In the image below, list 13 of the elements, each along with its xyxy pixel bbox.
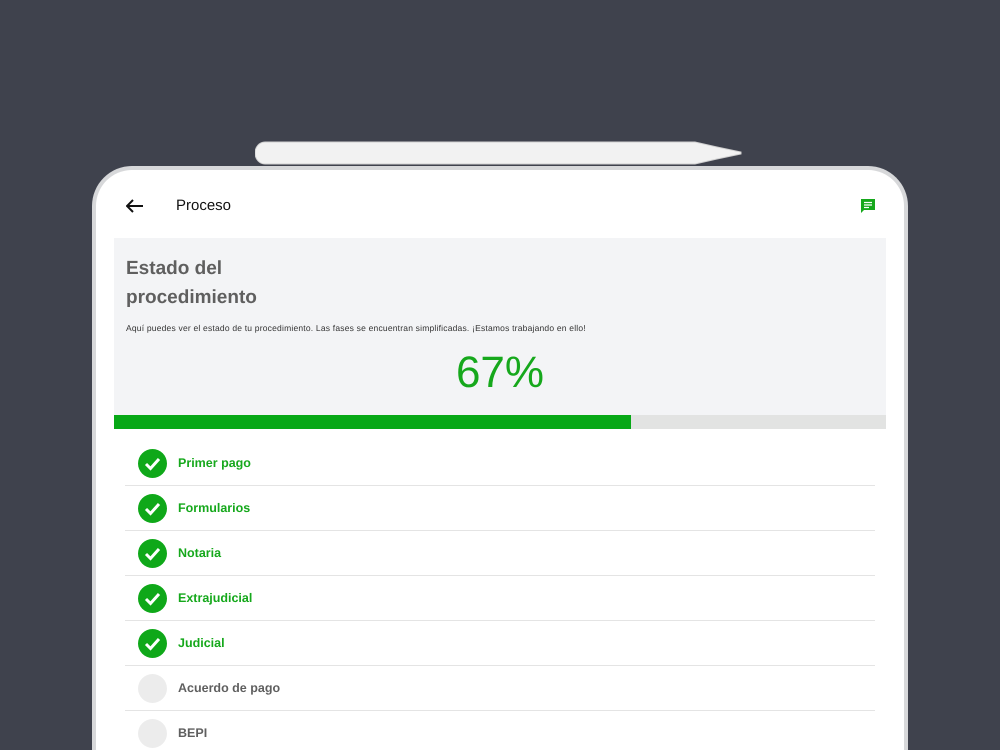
chat-icon[interactable] (860, 198, 876, 214)
progress-percent: 67% (454, 348, 546, 397)
phase-label: BEPI (178, 725, 208, 742)
phase-label: Extrajudicial (178, 590, 252, 607)
status-title: Estado del procedimiento (126, 257, 258, 310)
phase-label: Acuerdo de pago (178, 680, 280, 697)
phase-label: Formularios (178, 500, 250, 517)
back-arrow-icon[interactable] (126, 199, 144, 213)
phase-label: Notaria (178, 544, 222, 562)
page-title: Proceso (176, 196, 232, 216)
phase-label: Primer pago (178, 454, 251, 472)
status-description: Aquí puedes ver el estado de tu procedimiento. Las fases se encuentran simplificadas. ¡Estamos trabajando en ello! (126, 322, 587, 335)
phase-label: Judicial (178, 634, 225, 652)
